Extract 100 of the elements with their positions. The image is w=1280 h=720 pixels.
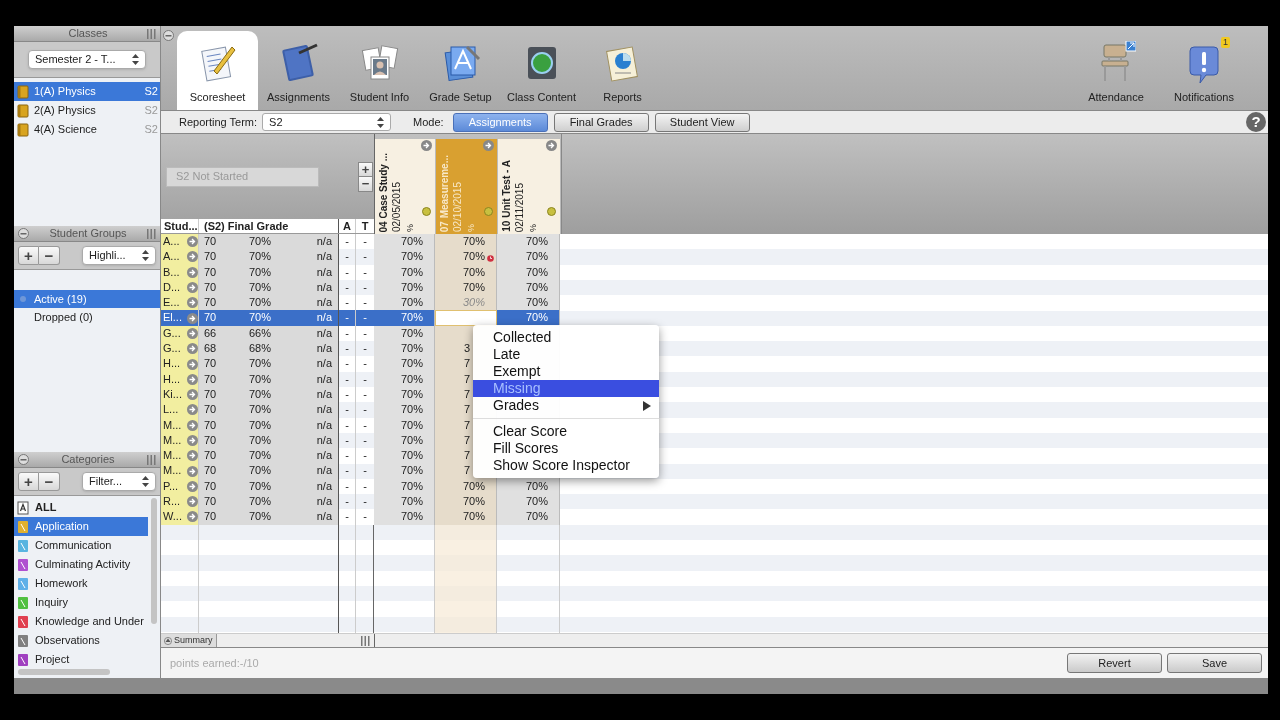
- arrow-circle-icon[interactable]: [187, 297, 198, 309]
- arrow-circle-icon[interactable]: [187, 450, 198, 462]
- popup-button[interactable]: Filter...: [82, 472, 156, 491]
- arrow-circle-icon[interactable]: [187, 419, 198, 431]
- add-button[interactable]: +: [18, 246, 39, 265]
- category-item[interactable]: Homework: [14, 574, 149, 593]
- score-cell[interactable]: 70%: [435, 234, 497, 250]
- score-cell[interactable]: 70%: [374, 310, 435, 326]
- category-item[interactable]: Project: [14, 650, 149, 666]
- category-item[interactable]: Culminating Activity: [14, 555, 149, 574]
- score-cell[interactable]: 70%: [497, 249, 560, 265]
- arrow-circle-icon[interactable]: [187, 404, 198, 416]
- column-header[interactable]: (S2) Final Grade: [199, 219, 339, 233]
- column-header[interactable]: Stud...: [161, 219, 199, 233]
- assignment-header[interactable]: 04 Case Study ... 02/05/2015 %: [375, 139, 436, 234]
- score-cell[interactable]: 70%: [497, 234, 560, 250]
- category-item[interactable]: ALL: [14, 498, 149, 517]
- toolbar-tab[interactable]: Reports: [582, 31, 663, 110]
- score-cell[interactable]: 70%: [374, 356, 435, 372]
- column-header[interactable]: T: [356, 219, 374, 233]
- toolbar-tab[interactable]: 1 Notifications: [1160, 31, 1248, 110]
- arrow-circle-icon[interactable]: [187, 251, 198, 263]
- percent-cell-text: 66%: [249, 325, 273, 341]
- arrow-circle-icon[interactable]: [187, 373, 198, 385]
- score-cell[interactable]: 70%: [435, 494, 497, 510]
- scrollbar-thumb[interactable]: [151, 498, 158, 624]
- category-item[interactable]: Observations: [14, 631, 149, 650]
- table-cell: -: [339, 279, 356, 296]
- score-cell[interactable]: 70%: [374, 494, 435, 510]
- popup-button[interactable]: Semester 2 - T...: [28, 50, 146, 69]
- summary-tab[interactable]: Summary: [161, 634, 217, 647]
- group-item[interactable]: Active (19): [14, 290, 160, 308]
- table-cell: -: [339, 234, 356, 250]
- arrow-circle-icon[interactable]: [187, 480, 198, 492]
- toolbar-tab[interactable]: Class Content: [501, 31, 582, 110]
- score-cell[interactable]: 70%: [374, 463, 435, 479]
- percent-cell-text: 70%: [249, 463, 273, 479]
- score-cell[interactable]: 70%: [374, 295, 435, 311]
- mode-button[interactable]: Student View: [654, 112, 750, 132]
- reporting-term-select[interactable]: S2: [262, 113, 392, 131]
- arrow-circle-icon[interactable]: [483, 140, 494, 151]
- toolbar-tab[interactable]: Attendance: [1072, 31, 1160, 110]
- score-cell[interactable]: 70%: [497, 509, 560, 525]
- class-item[interactable]: 2(A) Physics S2: [14, 101, 160, 120]
- arrow-circle-icon[interactable]: [187, 266, 198, 278]
- score-cell[interactable]: 70%: [374, 509, 435, 525]
- arrow-circle-icon[interactable]: [187, 511, 198, 523]
- letter-cell-text: n/a: [315, 494, 333, 510]
- toolbar-tab[interactable]: Grade Setup: [420, 31, 501, 110]
- arrow-circle-icon[interactable]: [187, 465, 198, 477]
- remove-button[interactable]: −: [39, 246, 60, 265]
- column-header[interactable]: A: [339, 219, 356, 233]
- arrow-circle-icon[interactable]: [421, 140, 432, 151]
- category-item[interactable]: Application: [14, 517, 149, 536]
- remove-button[interactable]: −: [39, 472, 60, 491]
- score-cell[interactable]: 70%: [497, 494, 560, 510]
- arrow-circle-icon[interactable]: [187, 282, 198, 294]
- table-cell-text: -: [362, 264, 368, 280]
- class-item[interactable]: 1(A) Physics S2: [14, 82, 160, 101]
- category-item[interactable]: Communication: [14, 536, 149, 555]
- action-button[interactable]: Revert: [1067, 653, 1162, 673]
- arrow-circle-icon[interactable]: [187, 327, 198, 339]
- class-item[interactable]: 4(A) Science S2: [14, 120, 160, 139]
- score-cell[interactable]: 70%: [374, 402, 435, 418]
- table-cell: -: [339, 371, 356, 387]
- arrow-circle-icon[interactable]: [187, 236, 198, 248]
- arrow-circle-icon[interactable]: [187, 496, 198, 508]
- add-button[interactable]: +: [358, 161, 373, 177]
- category-item[interactable]: Inquiry: [14, 593, 149, 612]
- percent-cell-text: 70%: [249, 371, 273, 387]
- letter-cell-text: n/a: [315, 310, 333, 326]
- score-cell[interactable]: 70%: [374, 341, 435, 357]
- score-cell[interactable]: 70%: [374, 448, 435, 464]
- arrow-circle-icon[interactable]: [187, 435, 198, 446]
- score-cell[interactable]: 70%: [497, 310, 560, 326]
- scrollbar-thumb[interactable]: [18, 669, 110, 675]
- add-button[interactable]: +: [18, 472, 39, 491]
- arrow-circle-icon[interactable]: [187, 343, 198, 355]
- menu-item[interactable]: Missing: [473, 380, 659, 397]
- arrow-circle-icon[interactable]: [187, 358, 198, 370]
- assignment-header[interactable]: 10 Unit Test - A 02/11/2015 %: [498, 139, 561, 234]
- score-cell[interactable]: 70%: [374, 249, 435, 265]
- group-item[interactable]: Dropped (0): [14, 308, 160, 326]
- percent-cell-text: 70%: [249, 234, 273, 249]
- toolbar-tab[interactable]: Scoresheet: [177, 31, 258, 110]
- table-cell-text: -: [362, 386, 368, 402]
- toolbar-tab[interactable]: Assignments: [258, 31, 339, 110]
- table-cell: -: [339, 432, 356, 449]
- score-cell[interactable]: 70%: [497, 295, 560, 311]
- action-button[interactable]: Save: [1167, 653, 1262, 673]
- score-cell[interactable]: 70%: [374, 234, 435, 250]
- category-item[interactable]: Knowledge and Under: [14, 612, 149, 631]
- arrow-circle-icon[interactable]: [187, 312, 198, 324]
- popup-button[interactable]: Highli...: [82, 246, 156, 265]
- toolbar-tab[interactable]: Student Info: [339, 31, 420, 110]
- arrow-circle-icon[interactable]: [187, 389, 198, 401]
- help-button[interactable]: ?: [1246, 112, 1266, 132]
- mode-button[interactable]: Final Grades: [553, 112, 649, 132]
- score-cell[interactable]: 70%: [435, 509, 497, 525]
- arrow-circle-icon[interactable]: [546, 140, 557, 151]
